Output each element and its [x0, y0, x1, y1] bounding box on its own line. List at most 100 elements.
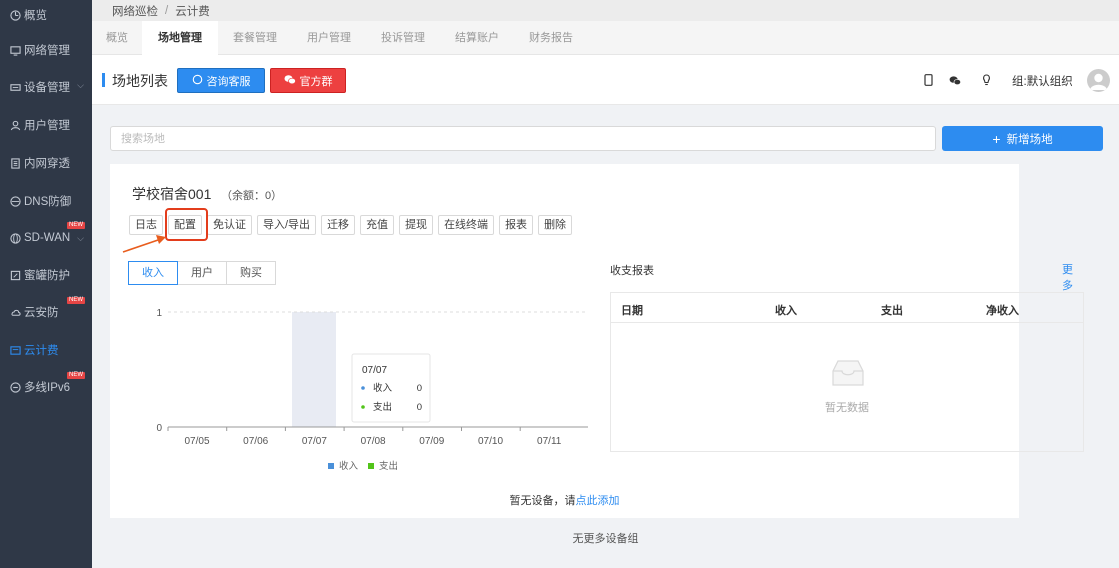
no-device-message: 暂无设备，请点此添加: [110, 492, 1019, 508]
x-tick-label: 07/07: [302, 436, 327, 447]
sidebar-item-cloud-security[interactable]: 云安防 NEW: [0, 297, 92, 327]
sidebar-item-label: 内网穿透: [24, 158, 70, 170]
migrate-button[interactable]: 迁移: [321, 215, 356, 235]
new-badge: NEW: [67, 222, 85, 229]
globe-icon: [9, 232, 21, 244]
x-tick-label: 07/10: [478, 436, 503, 447]
user-icon: [9, 119, 21, 131]
wechat-icon[interactable]: [949, 74, 961, 86]
search-input[interactable]: [110, 126, 936, 151]
sidebar-item-label: 云计费: [24, 345, 59, 357]
official-group-button[interactable]: 官方群: [270, 68, 346, 93]
tab-venue-management[interactable]: 场地管理: [142, 21, 218, 55]
dns-icon: [9, 195, 21, 207]
sidebar-item-label: 用户管理: [24, 120, 70, 132]
org-label[interactable]: 组:默认组织: [1012, 73, 1073, 89]
billing-icon: [9, 344, 21, 356]
sidebar-item-honeypot[interactable]: 蜜罐防护: [0, 260, 92, 290]
y-tick-label: 1: [156, 308, 162, 319]
tab-user-management[interactable]: 用户管理: [292, 21, 366, 55]
income-expense-chart: 0107/05 07/06 07/07 07/08 07/09 07/10 07/11收入支…: [156, 308, 588, 472]
chevron-down-icon: ⌵: [77, 233, 84, 243]
sidebar-item-overview[interactable]: 概览: [0, 0, 92, 30]
tooltip-value: 0: [417, 402, 422, 413]
sidebar-item-devices[interactable]: 设备管理 ⌵: [0, 72, 92, 102]
sidebar-item-label: 概览: [24, 10, 47, 22]
x-tick-label: 07/06: [243, 436, 268, 447]
ipv6-icon: [9, 381, 21, 393]
empty-box-icon: [832, 360, 864, 386]
legend-swatch: [368, 463, 374, 469]
plus-icon: +: [992, 130, 1001, 147]
column-expense: 支出: [881, 305, 903, 317]
withdraw-button[interactable]: 提现: [399, 215, 434, 235]
sidebar-item-label: 设备管理: [24, 82, 70, 94]
legend-label: 支出: [379, 460, 398, 472]
tunnel-icon: [9, 157, 21, 169]
breadcrumb: 网络巡检 / 云计费: [92, 0, 1119, 21]
segment-purchase[interactable]: 购买: [226, 261, 276, 285]
online-terminal-button[interactable]: 在线终端: [438, 215, 495, 235]
sidebar-item-label: SD-WAN: [24, 232, 71, 244]
legend-label: 收入: [339, 460, 359, 472]
venue-card: 学校宿舍001 （余额：0） 日志 配置 免认证 导入/导出 迁移 充值 提现 …: [110, 164, 1084, 518]
recharge-button[interactable]: 充值: [360, 215, 395, 235]
add-venue-button[interactable]: + 新增场地: [942, 126, 1103, 151]
page-header: 场地列表 咨询客服 官方群 组:默认组织: [92, 55, 1119, 105]
segment-income[interactable]: 收入: [128, 261, 178, 285]
tooltip-date: 07/07: [362, 365, 387, 376]
tab-financial-report[interactable]: 财务报告: [514, 21, 588, 55]
tooltip-label: 支出: [373, 401, 392, 413]
hover-band: [292, 312, 336, 427]
breadcrumb-parent[interactable]: 网络巡检: [112, 3, 158, 19]
add-device-link[interactable]: 点此添加: [576, 495, 620, 507]
tab-plan-management[interactable]: 套餐管理: [218, 21, 292, 55]
report-title: 收支报表: [610, 265, 654, 277]
official-group-label: 官方群: [299, 75, 333, 88]
import-export-button[interactable]: 导入/导出: [257, 215, 317, 235]
honeypot-icon: [9, 269, 21, 281]
venue-balance: （余额：0）: [221, 190, 283, 202]
auth-free-button[interactable]: 免认证: [207, 215, 252, 235]
sidebar-item-tunnel[interactable]: 内网穿透: [0, 148, 92, 178]
more-link[interactable]: 更多: [1062, 261, 1073, 293]
venue-actions: 日志 配置 免认证 导入/导出 迁移 充值 提现 在线终端 报表 删除: [129, 215, 573, 235]
device-icon: [9, 81, 21, 93]
cloud-icon: [9, 306, 21, 318]
tab-settlement-account[interactable]: 结算账户: [440, 21, 514, 55]
consult-service-button[interactable]: 咨询客服: [177, 68, 265, 93]
sidebar-item-label: 云安防: [24, 307, 59, 319]
lightbulb-icon[interactable]: [980, 74, 992, 86]
chevron-down-icon: ⌵: [77, 80, 84, 90]
sidebar-item-sdwan[interactable]: SD-WAN ⌵ NEW: [0, 222, 92, 253]
consult-service-label: 咨询客服: [206, 75, 251, 88]
sidebar: 概览 网络管理 设备管理 ⌵ 用户管理 内网穿透 DNS防御 SD-WAN ⌵ …: [0, 0, 92, 568]
report-table: 日期 收入 支出 净收入 暂无数据: [610, 292, 1084, 452]
column-income: 收入: [775, 305, 797, 317]
segment-users[interactable]: 用户: [177, 261, 227, 285]
y-tick-label: 0: [156, 423, 162, 434]
sidebar-item-cloud-billing[interactable]: 云计费: [0, 335, 92, 365]
sidebar-item-label: 蜜罐防护: [24, 270, 70, 282]
sidebar-item-dns[interactable]: DNS防御: [0, 186, 92, 216]
phone-icon[interactable]: [922, 74, 934, 86]
new-badge: NEW: [67, 372, 85, 379]
new-badge: NEW: [67, 297, 85, 304]
sidebar-item-ipv6[interactable]: 多线IPv6 NEW: [0, 372, 92, 402]
config-button[interactable]: 配置: [168, 215, 202, 235]
legend-swatch: [328, 463, 334, 469]
sidebar-item-network[interactable]: 网络管理: [0, 35, 92, 65]
column-net-income: 净收入: [986, 305, 1019, 317]
page-title: 场地列表: [112, 73, 168, 89]
log-button[interactable]: 日志: [129, 215, 163, 235]
venue-name: 学校宿舍001: [132, 186, 212, 202]
avatar[interactable]: [1087, 69, 1110, 92]
tab-overview[interactable]: 概览: [92, 21, 142, 55]
chart-mode-segment: 收入 用户 购买: [128, 261, 276, 285]
report-button[interactable]: 报表: [499, 215, 534, 235]
tooltip-dot: [361, 405, 365, 409]
delete-button[interactable]: 删除: [538, 215, 573, 235]
tab-complaint-management[interactable]: 投诉管理: [366, 21, 440, 55]
sidebar-item-users[interactable]: 用户管理: [0, 110, 92, 140]
breadcrumb-current: 云计费: [175, 5, 210, 18]
